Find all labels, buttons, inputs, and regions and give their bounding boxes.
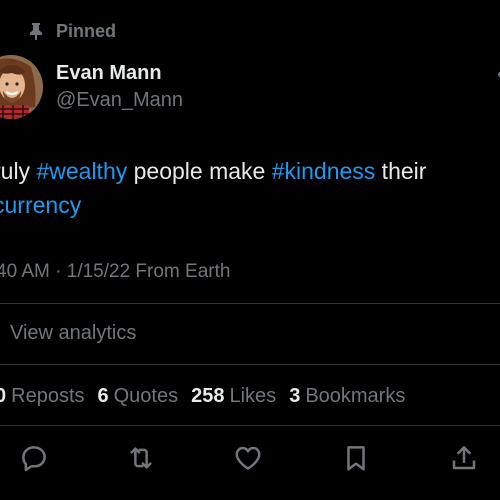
engagement-stats: 0 Reposts 6 Quotes 258 Likes 3 Bookmarks bbox=[0, 382, 418, 410]
divider bbox=[0, 364, 500, 365]
stat-label: Bookmarks bbox=[305, 385, 406, 407]
tweet-text-line: currency bbox=[0, 188, 493, 222]
view-analytics-button[interactable]: View analytics bbox=[0, 318, 136, 348]
author-display-name[interactable]: Evan Mann bbox=[56, 61, 162, 85]
stat-label: Reposts bbox=[11, 385, 85, 407]
stat-count: 6 bbox=[97, 385, 109, 407]
view-analytics-label: View analytics bbox=[10, 321, 137, 344]
tweet-text-line: ruly #wealthy people make #kindness thei… bbox=[0, 154, 493, 188]
hashtag-link[interactable]: #wealthy bbox=[36, 158, 127, 184]
stat-count: 0 bbox=[0, 385, 7, 407]
pinned-indicator: Pinned bbox=[28, 20, 116, 42]
like-button[interactable] bbox=[232, 442, 264, 474]
author-handle[interactable]: @Evan_Mann bbox=[56, 88, 183, 112]
reply-icon bbox=[22, 446, 46, 472]
share-icon bbox=[452, 446, 476, 470]
repost-button[interactable] bbox=[125, 442, 157, 474]
hashtag-link[interactable]: #kindness bbox=[272, 158, 376, 184]
stat-count: 3 bbox=[289, 385, 301, 407]
stat-count: 258 bbox=[191, 385, 225, 407]
tweet-text-segment: ruly bbox=[0, 158, 31, 184]
share-button[interactable] bbox=[448, 442, 480, 474]
divider bbox=[0, 303, 500, 304]
hashtag-link[interactable]: currency bbox=[0, 192, 81, 218]
stat-label: Likes bbox=[229, 385, 277, 407]
stat-label: Quotes bbox=[113, 385, 179, 407]
stat-bookmarks[interactable]: 3 Bookmarks bbox=[289, 382, 405, 410]
action-bar bbox=[0, 442, 500, 474]
tweet-text: ruly #wealthy people make #kindness thei… bbox=[0, 154, 493, 222]
stat-likes[interactable]: 258 Likes bbox=[191, 382, 276, 410]
bar-chart-icon bbox=[0, 323, 2, 343]
tweet-timestamp[interactable]: 40 AM · 1/15/22 From Earth bbox=[0, 259, 230, 285]
reply-button[interactable] bbox=[18, 442, 50, 474]
avatar[interactable] bbox=[0, 55, 43, 119]
avatar-photo bbox=[0, 55, 43, 119]
tweet-detail-view: Pinned Evan Mann @Evan_Mann ruly #wealth… bbox=[0, 0, 500, 500]
repost-icon bbox=[130, 447, 152, 469]
pin-icon bbox=[30, 23, 42, 40]
stat-quotes[interactable]: 6 Quotes bbox=[98, 382, 179, 410]
tweet-text-segment: their bbox=[375, 158, 427, 184]
divider bbox=[0, 425, 500, 426]
stat-reposts[interactable]: 0 Reposts bbox=[0, 382, 85, 410]
bookmark-icon bbox=[347, 446, 365, 471]
like-icon bbox=[235, 446, 261, 470]
pinned-label: Pinned bbox=[56, 20, 117, 41]
bookmark-button[interactable] bbox=[340, 442, 372, 474]
tweet-text-segment: people make bbox=[127, 158, 272, 184]
